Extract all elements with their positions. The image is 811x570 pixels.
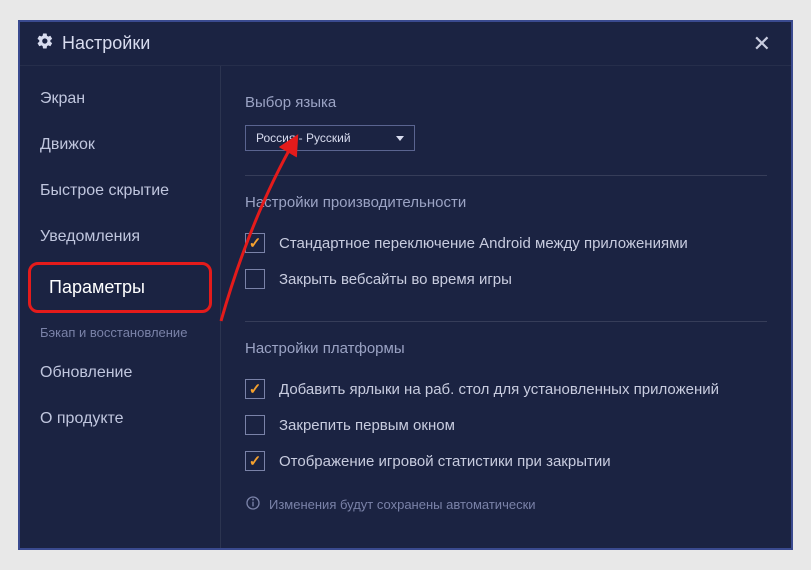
divider xyxy=(245,321,767,322)
language-select[interactable]: Россия - Русский xyxy=(245,125,415,151)
caret-down-icon xyxy=(396,136,404,141)
sidebar-item-bosskey[interactable]: Быстрое скрытие xyxy=(20,168,220,214)
settings-window: Настройки ✕ Экран Движок Быстрое скрытие… xyxy=(18,20,793,550)
section-title-platform: Настройки платформы xyxy=(245,340,767,357)
info-text: Изменения будут сохранены автоматически xyxy=(269,497,536,512)
checkbox-row-pin-first: Закрепить первым окном xyxy=(245,407,767,443)
checkbox-row-close-websites: Закрыть вебсайты во время игры xyxy=(245,261,767,297)
info-row: Изменения будут сохранены автоматически xyxy=(245,495,767,514)
titlebar: Настройки ✕ xyxy=(20,22,791,66)
sidebar-item-backup[interactable]: Бэкап и восстановление xyxy=(20,315,220,350)
sidebar-item-update[interactable]: Обновление xyxy=(20,350,220,396)
checkbox-game-stats[interactable] xyxy=(245,451,265,471)
sidebar-item-screen[interactable]: Экран xyxy=(20,76,220,122)
window-title: Настройки xyxy=(62,33,150,54)
sidebar: Экран Движок Быстрое скрытие Уведомления… xyxy=(20,66,220,548)
sidebar-item-about[interactable]: О продукте xyxy=(20,396,220,442)
close-button[interactable]: ✕ xyxy=(749,27,775,61)
checkbox-android-switch[interactable] xyxy=(245,233,265,253)
content-panel: Выбор языка Россия - Русский Настройки п… xyxy=(220,66,791,548)
checkbox-close-websites[interactable] xyxy=(245,269,265,289)
section-title-performance: Настройки производительности xyxy=(245,194,767,211)
sidebar-item-notifications[interactable]: Уведомления xyxy=(20,214,220,260)
titlebar-title-group: Настройки xyxy=(36,32,150,55)
checkbox-label: Добавить ярлыки на раб. стол для установ… xyxy=(279,381,719,398)
checkbox-label: Стандартное переключение Android между п… xyxy=(279,235,688,252)
checkbox-label: Отображение игровой статистики при закры… xyxy=(279,453,611,470)
info-icon xyxy=(245,495,261,514)
window-body: Экран Движок Быстрое скрытие Уведомления… xyxy=(20,66,791,548)
checkbox-row-shortcuts: Добавить ярлыки на раб. стол для установ… xyxy=(245,371,767,407)
language-select-value: Россия - Русский xyxy=(256,131,351,145)
divider xyxy=(245,175,767,176)
checkbox-label: Закрепить первым окном xyxy=(279,417,455,434)
sidebar-item-preferences[interactable]: Параметры xyxy=(28,262,212,313)
sidebar-item-engine[interactable]: Движок xyxy=(20,122,220,168)
checkbox-row-android-switch: Стандартное переключение Android между п… xyxy=(245,225,767,261)
checkbox-row-game-stats: Отображение игровой статистики при закры… xyxy=(245,443,767,479)
checkbox-shortcuts[interactable] xyxy=(245,379,265,399)
section-title-language: Выбор языка xyxy=(245,94,767,111)
checkbox-pin-first[interactable] xyxy=(245,415,265,435)
gear-icon xyxy=(36,32,54,55)
checkbox-label: Закрыть вебсайты во время игры xyxy=(279,271,512,288)
close-icon: ✕ xyxy=(753,31,771,56)
